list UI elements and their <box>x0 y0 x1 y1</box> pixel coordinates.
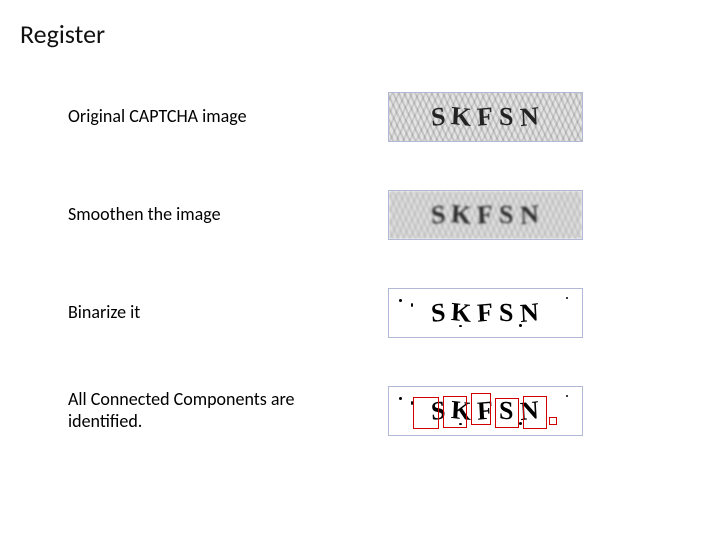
row-original: Original CAPTCHA image S K F S N <box>20 92 700 142</box>
captcha-text: S K F S N <box>389 191 582 239</box>
captcha-char: F <box>477 297 496 329</box>
row-label: All Connected Components are identified. <box>68 389 388 432</box>
captcha-char: K <box>450 297 474 329</box>
noise-speck <box>459 325 462 327</box>
slide: Register Original CAPTCHA image S K F S … <box>0 0 720 540</box>
captcha-char: S <box>430 297 448 329</box>
captcha-char: N <box>519 297 541 329</box>
component-box <box>471 393 491 425</box>
row-label: Original CAPTCHA image <box>68 106 388 128</box>
component-box <box>495 398 519 428</box>
captcha-char: N <box>519 101 541 133</box>
captcha-char: N <box>519 199 541 231</box>
noise-speck <box>399 397 402 400</box>
row-connected-components: All Connected Components are identified.… <box>20 386 700 436</box>
captcha-binarized-image: S K F S N <box>388 288 583 338</box>
captcha-text: S K F S N <box>389 93 582 141</box>
captcha-char: K <box>450 101 474 133</box>
row-smooth: Smoothen the image S K F S N <box>20 190 700 240</box>
component-box <box>523 396 547 429</box>
component-box <box>413 397 439 429</box>
captcha-char: S <box>499 199 515 230</box>
noise-speck <box>519 324 522 327</box>
page-title: Register <box>20 18 700 50</box>
captcha-char: S <box>499 101 515 132</box>
captcha-original-image: S K F S N <box>388 92 583 142</box>
noise-speck <box>411 303 413 307</box>
row-label: Binarize it <box>68 302 388 324</box>
captcha-char: F <box>477 101 496 133</box>
noise-speck <box>566 395 568 397</box>
noise-speck <box>566 297 568 299</box>
captcha-text: S K F S N <box>389 289 582 337</box>
captcha-components-image: S K F S N <box>388 386 583 436</box>
captcha-smoothed-image: S K F S N <box>388 190 583 240</box>
captcha-char: S <box>499 297 515 328</box>
row-binarize: Binarize it S K F S N <box>20 288 700 338</box>
captcha-char: S <box>430 101 448 133</box>
component-box <box>549 417 557 425</box>
captcha-char: K <box>450 199 474 231</box>
captcha-char: S <box>430 199 448 231</box>
noise-speck <box>519 422 522 425</box>
row-label: Smoothen the image <box>68 204 388 226</box>
noise-speck <box>399 299 402 302</box>
component-box <box>443 396 467 428</box>
captcha-char: F <box>477 199 496 231</box>
